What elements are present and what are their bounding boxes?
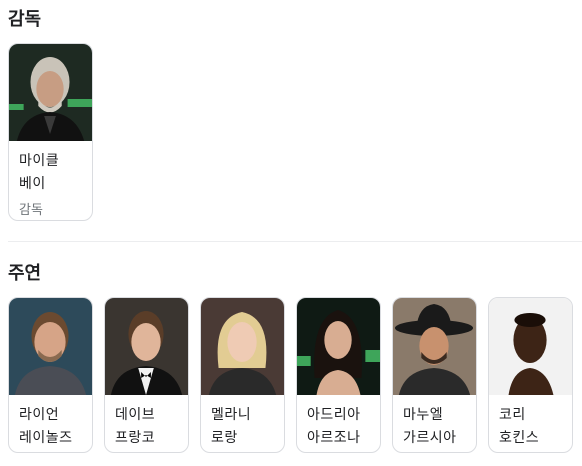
- cast-name: 아드리아 아르조나: [307, 407, 361, 446]
- director-card[interactable]: 마이클 베이 감독: [8, 43, 93, 221]
- cast-photo: [297, 298, 380, 395]
- cast-card[interactable]: 코리 호킨스: [488, 297, 573, 453]
- cast-photo: [201, 298, 284, 395]
- cast-card[interactable]: 데이브 프랑코: [104, 297, 189, 453]
- cast-photo: [393, 298, 476, 395]
- cast-name: 마누엘 가르시아 …: [403, 407, 457, 446]
- section-divider: [8, 241, 582, 242]
- cast-name: 코리 호킨스: [499, 407, 540, 446]
- section-title-cast: 주연: [8, 263, 42, 284]
- director-name: 마이클 베이: [19, 153, 60, 192]
- cast-photo: [105, 298, 188, 395]
- cast-photo: [489, 298, 572, 395]
- cast-name: 라이언 레이놀즈: [19, 407, 73, 446]
- cast-name: 데이브 프랑코: [115, 407, 156, 446]
- cast-card[interactable]: 멜라니 로랑: [200, 297, 285, 453]
- section-title-director: 감독: [8, 9, 42, 30]
- cast-card[interactable]: 라이언 레이놀즈: [8, 297, 93, 453]
- cast-card[interactable]: 아드리아 아르조나: [296, 297, 381, 453]
- cast-name: 멜라니 로랑: [211, 407, 252, 446]
- cast-photo: [9, 298, 92, 395]
- director-role: 감독: [19, 203, 43, 218]
- cast-card[interactable]: 마누엘 가르시아 …: [392, 297, 477, 453]
- director-photo: [9, 44, 92, 141]
